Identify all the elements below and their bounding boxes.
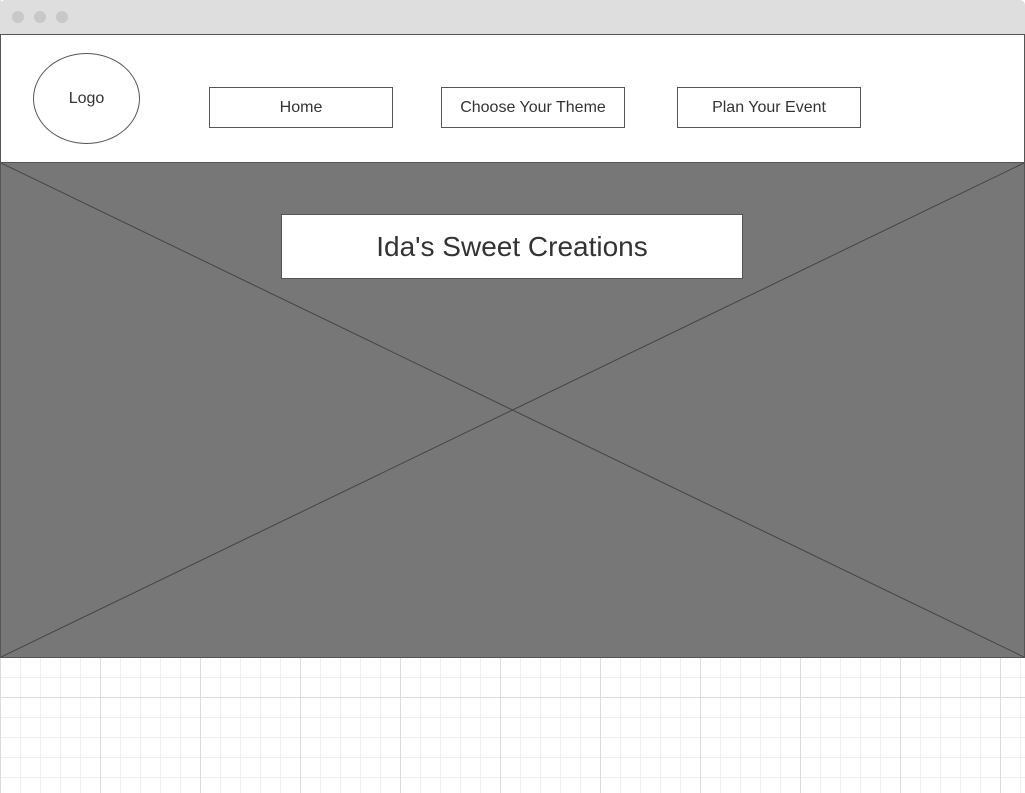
close-window-icon[interactable] bbox=[12, 11, 24, 23]
logo[interactable]: Logo bbox=[33, 53, 140, 144]
nav-plan-event-label: Plan Your Event bbox=[712, 98, 826, 116]
nav-plan-event-button[interactable]: Plan Your Event bbox=[677, 87, 861, 128]
maximize-window-icon[interactable] bbox=[56, 11, 68, 23]
logo-label: Logo bbox=[68, 89, 105, 107]
nav-choose-theme-button[interactable]: Choose Your Theme bbox=[441, 87, 625, 128]
nav-home-label: Home bbox=[279, 98, 323, 116]
hero-title: Ida's Sweet Creations bbox=[376, 230, 648, 262]
site-header: Logo Home Choose Your Theme Plan Your Ev… bbox=[0, 34, 1025, 164]
nav-choose-theme-label: Choose Your Theme bbox=[460, 98, 606, 116]
hero-title-box: Ida's Sweet Creations bbox=[281, 214, 743, 279]
minimize-window-icon[interactable] bbox=[34, 11, 46, 23]
nav-home-button[interactable]: Home bbox=[209, 87, 393, 128]
hero-image-placeholder: Ida's Sweet Creations bbox=[0, 162, 1025, 658]
window-titlebar bbox=[0, 0, 1025, 34]
